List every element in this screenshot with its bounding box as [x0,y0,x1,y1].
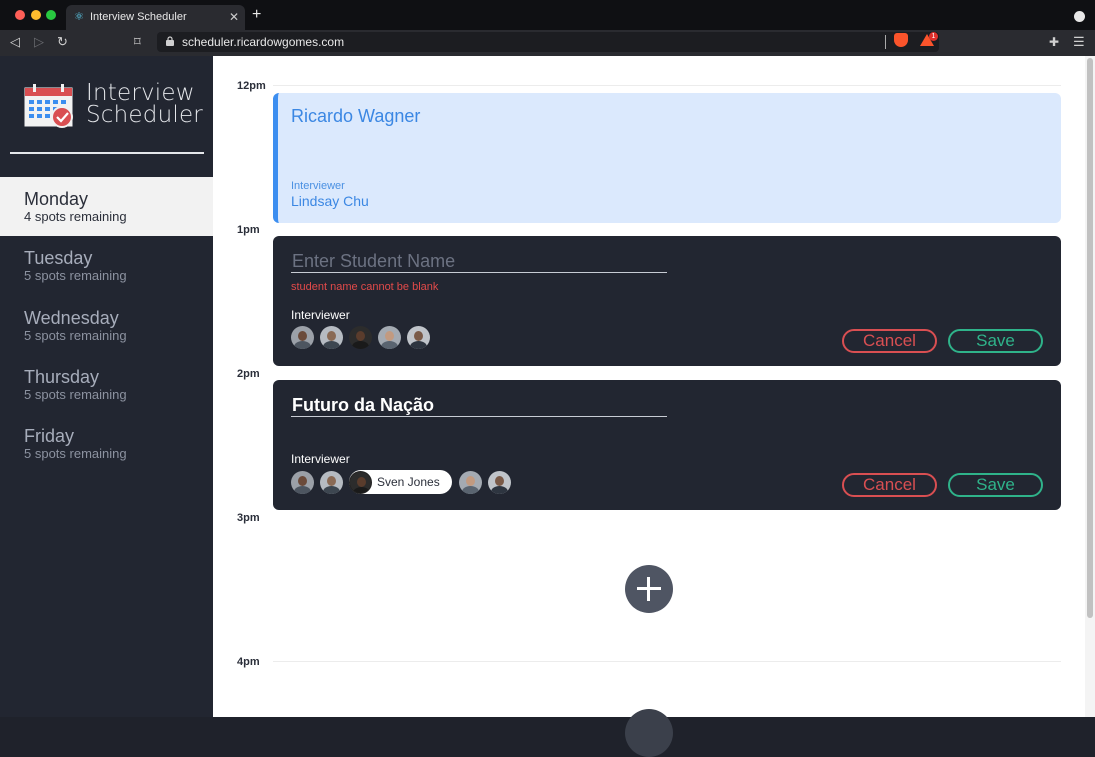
day-name: Monday [24,189,89,209]
bookmark-icon[interactable]: ⌑ [134,34,141,50]
interviewer-avatar[interactable] [291,326,314,349]
validation-error: student name cannot be blank [291,281,439,293]
address-bar[interactable]: scheduler.ricardowgomes.com [157,32,939,52]
maximize-window-button[interactable] [46,10,56,20]
student-name-input[interactable] [291,251,667,273]
menu-icon[interactable]: ☰ [1073,34,1085,50]
appointment-form-edit: Interviewer Sven Jones Cancel Save [273,380,1061,510]
lock-icon [166,36,174,46]
interviewer-avatar [349,470,372,494]
save-button[interactable]: Save [948,473,1043,497]
appointment-form-new: student name cannot be blank Interviewer… [273,236,1061,366]
interviewer-name: Lindsay Chu [291,193,369,209]
day-name: Thursday [24,367,100,387]
brave-shield-icon[interactable] [894,33,908,47]
spots-remaining: 5 spots remaining [24,268,127,283]
scrollbar-thumb[interactable] [1087,58,1093,618]
time-label: 12pm [237,80,266,92]
interviewer-name: Sven Jones [377,475,440,489]
tab-title: Interview Scheduler [90,11,187,23]
booked-appointment[interactable]: Ricardo Wagner Interviewer Lindsay Chu [273,93,1061,223]
spots-remaining: 5 spots remaining [24,387,127,402]
interviewer-list: Sven Jones [291,470,517,494]
spots-remaining: 4 spots remaining [24,209,127,224]
interviewer-avatar[interactable] [487,470,511,494]
navigation-bar: ◁ ▷ ↻ ⌑ scheduler.ricardowgomes.com 1 ✚ … [0,30,1095,56]
day-item-thursday[interactable]: Thursday 5 spots remaining [0,355,213,414]
spots-remaining: 5 spots remaining [24,328,127,343]
cancel-button[interactable]: Cancel [842,473,937,497]
back-icon[interactable]: ◁ [10,34,20,50]
logo-line-2: Scheduler [86,102,203,128]
url-text: scheduler.ricardowgomes.com [182,35,345,49]
time-label: 4pm [237,656,260,668]
spots-remaining: 5 spots remaining [24,446,127,461]
hour-divider [273,85,1061,86]
close-tab-icon[interactable]: ✕ [229,10,239,24]
interviewer-avatar[interactable] [349,326,372,349]
browser-chrome: ⚛ Interview Scheduler ✕ + ◁ ▷ ↻ ⌑ schedu… [0,0,1095,56]
logo-line-1: Interview [86,80,195,106]
interviewer-selected[interactable]: Sven Jones [349,470,452,494]
close-window-button[interactable] [15,10,25,20]
notification-badge: 1 [929,32,938,41]
day-item-wednesday[interactable]: Wednesday 5 spots remaining [0,296,213,355]
profile-icon[interactable] [1074,11,1085,22]
add-appointment-button[interactable] [625,709,673,757]
app-logo-text: Interview Scheduler [86,80,203,128]
scrollbar[interactable] [1085,56,1095,717]
interviewer-label: Interviewer [291,180,345,192]
interviewer-avatar[interactable] [378,326,401,349]
time-label: 3pm [237,512,260,524]
extensions-icon[interactable]: ✚ [1049,34,1059,50]
reload-icon[interactable]: ↻ [57,34,68,50]
student-name: Ricardo Wagner [291,106,421,126]
time-label: 2pm [237,368,260,380]
hour-divider [273,661,1061,662]
time-label: 1pm [237,224,260,236]
new-tab-icon[interactable]: + [252,7,261,23]
calendar-icon [24,84,73,128]
interviewer-avatar[interactable] [320,326,343,349]
save-button[interactable]: Save [948,329,1043,353]
browser-tab[interactable]: ⚛ Interview Scheduler ✕ [66,5,245,30]
interviewer-label: Interviewer [291,308,350,322]
cancel-button[interactable]: Cancel [842,329,937,353]
forward-icon[interactable]: ▷ [34,34,44,50]
day-name: Friday [24,426,75,446]
day-name: Tuesday [24,248,93,268]
day-name: Wednesday [24,308,119,328]
interviewer-list [291,326,436,349]
interviewer-avatar[interactable] [291,470,314,494]
interviewer-avatar[interactable] [407,326,430,349]
sidebar: Interview Scheduler Monday 4 spots remai… [0,56,213,717]
schedule-panel: 12pm Ricardo Wagner Interviewer Lindsay … [213,56,1085,757]
divider [10,152,204,154]
interviewer-avatar[interactable] [458,470,482,494]
interviewer-avatar[interactable] [320,470,343,494]
day-item-monday[interactable]: Monday 4 spots remaining [0,177,213,236]
day-item-friday[interactable]: Friday 5 spots remaining [0,414,213,473]
student-name-input[interactable] [291,395,667,417]
tab-bar: ⚛ Interview Scheduler ✕ + [0,0,1095,30]
day-item-tuesday[interactable]: Tuesday 5 spots remaining [0,236,213,295]
react-icon: ⚛ [74,11,84,23]
add-appointment-button[interactable] [625,565,673,613]
interviewer-label: Interviewer [291,452,350,466]
minimize-window-button[interactable] [31,10,41,20]
divider [885,35,886,49]
